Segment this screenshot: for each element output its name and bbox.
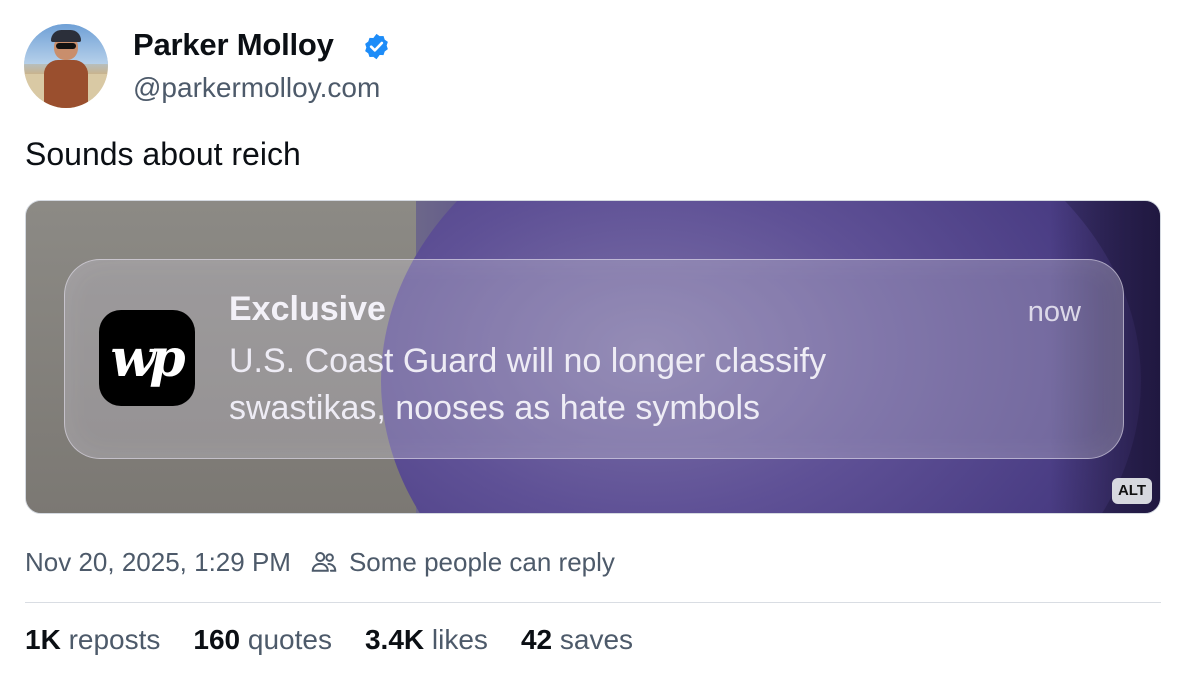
stat-count: 1K: [25, 624, 61, 655]
stat-saves[interactable]: 42 saves: [521, 624, 633, 656]
verified-check-icon: [365, 33, 388, 60]
people-icon: [311, 552, 337, 572]
post-meta: Nov 20, 2025, 1:29 PM Some people can re…: [25, 545, 615, 579]
stat-label: saves: [559, 624, 634, 655]
avatar-torso: [44, 60, 88, 108]
divider: [25, 602, 1161, 603]
stat-label: likes: [431, 624, 488, 655]
post-image[interactable]: wp Exclusive now U.S. Coast Guard will n…: [25, 200, 1161, 514]
engagement-stats: 1K reposts 160 quotes 3.4K likes 42 save…: [25, 624, 666, 656]
avatar-cap: [51, 30, 81, 42]
stat-reposts[interactable]: 1K reposts: [25, 624, 160, 656]
washington-post-app-icon: wp: [99, 310, 195, 406]
notification-card: wp Exclusive now U.S. Coast Guard will n…: [64, 259, 1124, 459]
post: Parker Molloy @parkermolloy.com Sounds a…: [0, 0, 1182, 682]
stat-likes[interactable]: 3.4K likes: [365, 624, 488, 656]
avatar-glasses: [56, 43, 76, 49]
app-icon-text: wp: [110, 327, 185, 389]
stat-label: reposts: [68, 624, 161, 655]
notification-time: now: [1027, 296, 1081, 328]
handle[interactable]: @parkermolloy.com: [133, 72, 380, 104]
stat-label: quotes: [247, 624, 332, 655]
reply-setting[interactable]: Some people can reply: [349, 547, 615, 578]
notification-body: U.S. Coast Guard will no longer classify…: [229, 342, 827, 427]
stat-quotes[interactable]: 160 quotes: [193, 624, 332, 656]
stat-count: 160: [193, 624, 241, 655]
display-name[interactable]: Parker Molloy: [133, 27, 334, 63]
notification-title: Exclusive: [229, 290, 386, 328]
stat-count: 3.4K: [364, 624, 425, 655]
post-text: Sounds about reich: [25, 136, 301, 172]
stat-count: 42: [520, 624, 553, 655]
timestamp[interactable]: Nov 20, 2025, 1:29 PM: [25, 547, 291, 578]
alt-text-button[interactable]: ALT: [1111, 478, 1152, 504]
avatar[interactable]: [24, 24, 108, 108]
